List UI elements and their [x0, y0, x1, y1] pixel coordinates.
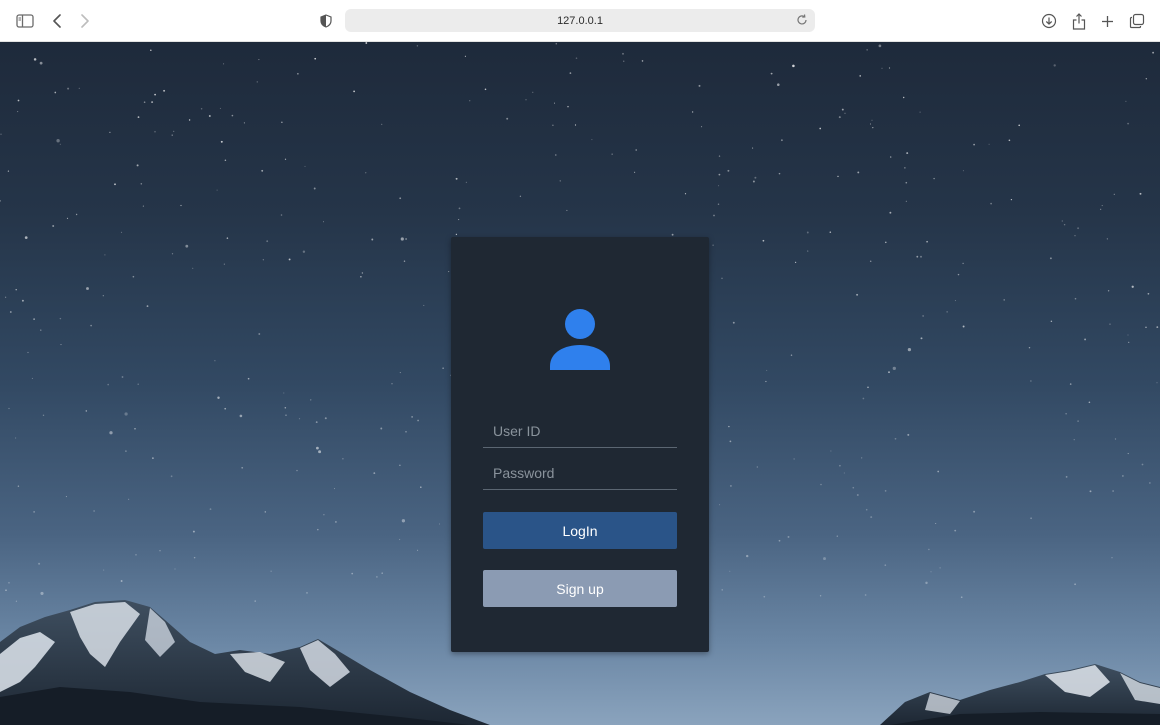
- back-icon[interactable]: [45, 9, 69, 33]
- login-button[interactable]: LogIn: [483, 512, 677, 549]
- login-card: LogIn Sign up: [451, 237, 709, 652]
- share-icon[interactable]: [1067, 9, 1091, 33]
- browser-toolbar: 127.0.0.1: [0, 0, 1160, 42]
- user-icon: [550, 309, 610, 370]
- tabs-overview-icon[interactable]: [1125, 9, 1149, 33]
- download-icon[interactable]: [1037, 9, 1061, 33]
- address-bar[interactable]: 127.0.0.1: [345, 9, 815, 32]
- url-text: 127.0.0.1: [557, 14, 603, 27]
- user-id-input[interactable]: [483, 414, 677, 448]
- sidebar-icon[interactable]: [13, 9, 37, 33]
- forward-icon[interactable]: [73, 9, 97, 33]
- privacy-shield-icon[interactable]: [314, 9, 338, 33]
- page-viewport: LogIn Sign up: [0, 42, 1160, 725]
- reload-icon[interactable]: [795, 13, 809, 27]
- signup-button[interactable]: Sign up: [483, 570, 677, 607]
- new-tab-icon[interactable]: [1095, 9, 1119, 33]
- password-input[interactable]: [483, 456, 677, 490]
